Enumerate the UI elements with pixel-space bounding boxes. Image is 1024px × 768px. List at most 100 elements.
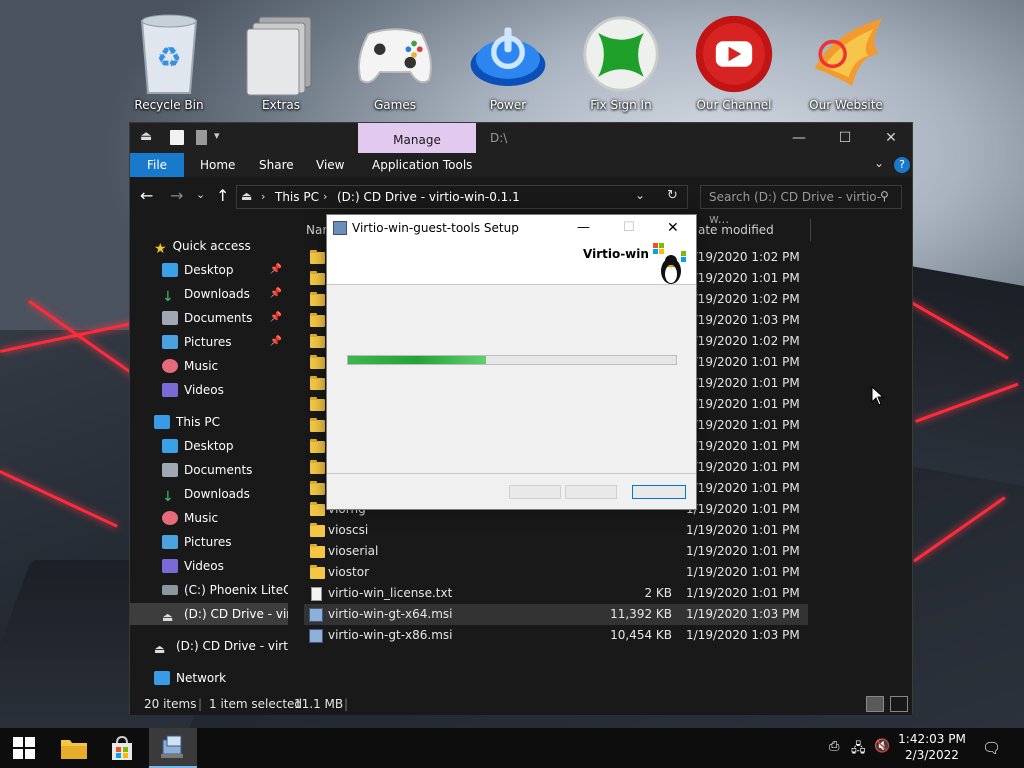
refresh-icon[interactable]: ↻	[667, 188, 678, 203]
folder-icon	[310, 523, 325, 537]
customize-toolbar-icon[interactable]: ▾	[214, 129, 220, 142]
breadcrumb-separator: ›	[323, 190, 328, 203]
file-name: virtio-win_license.txt	[328, 586, 453, 600]
large-icons-view-button[interactable]	[890, 696, 908, 712]
up-arrow-icon[interactable]: ↑	[216, 186, 229, 205]
details-view-button[interactable]	[866, 696, 884, 712]
file-row[interactable]: viostor 1/19/2020 1:01 PM	[304, 562, 808, 583]
tab-manage[interactable]: Manage	[358, 123, 476, 153]
close-button[interactable]: ✕	[868, 123, 914, 153]
next-button	[565, 485, 617, 499]
setup-minimize-button[interactable]: —	[577, 215, 590, 241]
file-name: vioserial	[328, 544, 379, 558]
desktop-icon-our-channel[interactable]: Our Channel	[684, 8, 784, 122]
desktop-icon-power[interactable]: Power	[458, 8, 558, 122]
taskbar-file-explorer[interactable]	[50, 728, 98, 768]
file-row[interactable]: virtio-win-gt-x64.msi 11,392 KB 1/19/2020 …	[304, 604, 808, 625]
folder-icon	[310, 271, 325, 285]
explorer-title-bar[interactable]: ⏏ ▾ Manage D:\ — ☐ ✕	[130, 123, 912, 153]
nav-qa-videos[interactable]: Videos	[130, 379, 288, 401]
nav-pc-documents[interactable]: Documents	[130, 459, 288, 481]
music-icon	[162, 359, 178, 373]
usb-icon[interactable]: ⎙	[829, 739, 839, 768]
nav-qa-downloads[interactable]: ↓ Downloads 📌	[130, 283, 288, 305]
network-tray-icon[interactable]: 🖧	[851, 739, 866, 768]
back-arrow-icon[interactable]: ←	[140, 186, 153, 205]
notifications-icon[interactable]: 🗨	[982, 739, 1001, 768]
tab-home[interactable]: Home	[200, 153, 235, 177]
start-button[interactable]	[0, 728, 48, 768]
download-icon: ↓	[162, 289, 174, 305]
folder-icon	[310, 334, 325, 348]
installer-icon	[333, 221, 347, 235]
pin-icon: 📌	[269, 288, 282, 299]
breadcrumb-cd-drive[interactable]: (D:) CD Drive - virtio-win-0.1.1	[337, 190, 520, 204]
ribbon-tabs: File Home Share View Application Tools ⌄…	[130, 153, 912, 177]
clock[interactable]: 1:42:03 PM 2/3/2022	[896, 728, 968, 768]
taskbar-setup-app[interactable]	[149, 728, 197, 768]
search-input[interactable]: Search (D:) CD Drive - virtio-w...	[700, 185, 902, 226]
nav-this-pc[interactable]: This PC	[130, 411, 288, 433]
file-row[interactable]: vioserial 1/19/2020 1:01 PM	[304, 541, 808, 562]
column-divider[interactable]	[810, 219, 811, 241]
folder-icon	[61, 740, 87, 759]
desktop-icon-our-website[interactable]: Our Website	[796, 8, 896, 122]
nav-qa-music[interactable]: Music	[130, 355, 288, 377]
desktop-icon-games[interactable]: Games	[345, 8, 445, 122]
file-date: 1/19/2020 1:03 PM	[686, 607, 800, 621]
setup-title-bar[interactable]: Virtio-win-guest-tools Setup — ☐ ✕	[327, 215, 696, 241]
expand-ribbon-icon[interactable]: ⌄	[874, 156, 884, 170]
forward-arrow-icon[interactable]: →	[170, 186, 183, 205]
network-icon	[154, 671, 170, 685]
volume-muted-icon[interactable]: 🔇	[874, 739, 890, 768]
address-bar[interactable]: ⏏ › This PC › (D:) CD Drive - virtio-win…	[236, 185, 688, 209]
file-name: vioscsi	[328, 523, 369, 537]
nav-pc-pictures[interactable]: Pictures	[130, 531, 288, 553]
folder-icon	[310, 544, 325, 558]
youtube-icon	[694, 8, 774, 100]
tab-share[interactable]: Share	[259, 153, 294, 177]
nav-pc-downloads[interactable]: ↓ Downloads	[130, 483, 288, 505]
nav-quick-access[interactable]: ★ Quick access	[130, 235, 288, 257]
desktop-icon-fix-sign-in[interactable]: Fix Sign In	[571, 8, 671, 122]
nav-qa-pictures[interactable]: Pictures 📌	[130, 331, 288, 353]
nav-pc-desktop[interactable]: Desktop	[130, 435, 288, 457]
setup-close-button[interactable]: ✕	[667, 215, 679, 241]
nav-pc-c-drive[interactable]: (C:) Phoenix LiteOS	[130, 579, 288, 601]
quick-access-toolbar[interactable]	[170, 130, 184, 145]
folder-stack-icon	[241, 8, 321, 100]
file-date: 1/19/2020 1:01 PM	[686, 523, 800, 537]
address-dropdown-icon[interactable]: ⌄	[635, 188, 645, 202]
desktop-icon-recycle-bin[interactable]: ♻ Recycle Bin	[119, 8, 219, 122]
recent-locations-icon[interactable]: ⌄	[196, 188, 205, 201]
breadcrumb-this-pc[interactable]: This PC	[275, 190, 319, 204]
nav-qa-documents[interactable]: Documents 📌	[130, 307, 288, 329]
nav-pc-d-drive[interactable]: ⏏(D:) CD Drive - virtio	[130, 603, 288, 625]
cancel-button[interactable]	[632, 485, 686, 499]
status-divider: |	[198, 697, 203, 711]
new-folder-icon[interactable]	[196, 130, 207, 145]
nav-cd-drive[interactable]: ⏏(D:) CD Drive - virtio-	[130, 635, 288, 657]
file-row[interactable]: virtio-win_license.txt 2 KB 1/19/2020 1:01…	[304, 583, 808, 604]
nav-pc-music[interactable]: Music	[130, 507, 288, 529]
maximize-button[interactable]: ☐	[822, 123, 868, 153]
nav-network[interactable]: Network	[130, 667, 288, 689]
nav-qa-desktop[interactable]: Desktop 📌	[130, 259, 288, 281]
desktop-icon-extras[interactable]: Extras	[231, 8, 331, 122]
tab-view[interactable]: View	[316, 153, 344, 177]
setup-brand: Virtio-win	[583, 247, 649, 261]
file-row[interactable]: vioscsi 1/19/2020 1:01 PM	[304, 520, 808, 541]
tab-file[interactable]: File	[130, 153, 184, 177]
address-toolbar: ← → ⌄ ↑ ⏏ › This PC › (D:) CD Drive - vi…	[130, 177, 912, 226]
minimize-button[interactable]: —	[776, 123, 822, 153]
taskbar-store[interactable]	[98, 728, 146, 768]
tab-application-tools[interactable]: Application Tools	[372, 153, 472, 177]
desktop-icon	[162, 263, 178, 277]
breadcrumb-separator: ›	[261, 190, 266, 203]
column-header-date[interactable]: ate modified	[698, 223, 774, 245]
folder-icon	[310, 250, 325, 264]
help-icon[interactable]: ?	[894, 157, 910, 173]
nav-pc-videos[interactable]: Videos	[130, 555, 288, 577]
file-date: 1/19/2020 1:01 PM	[686, 460, 800, 474]
file-row[interactable]: virtio-win-gt-x86.msi 10,454 KB 1/19/2020 …	[304, 625, 808, 646]
